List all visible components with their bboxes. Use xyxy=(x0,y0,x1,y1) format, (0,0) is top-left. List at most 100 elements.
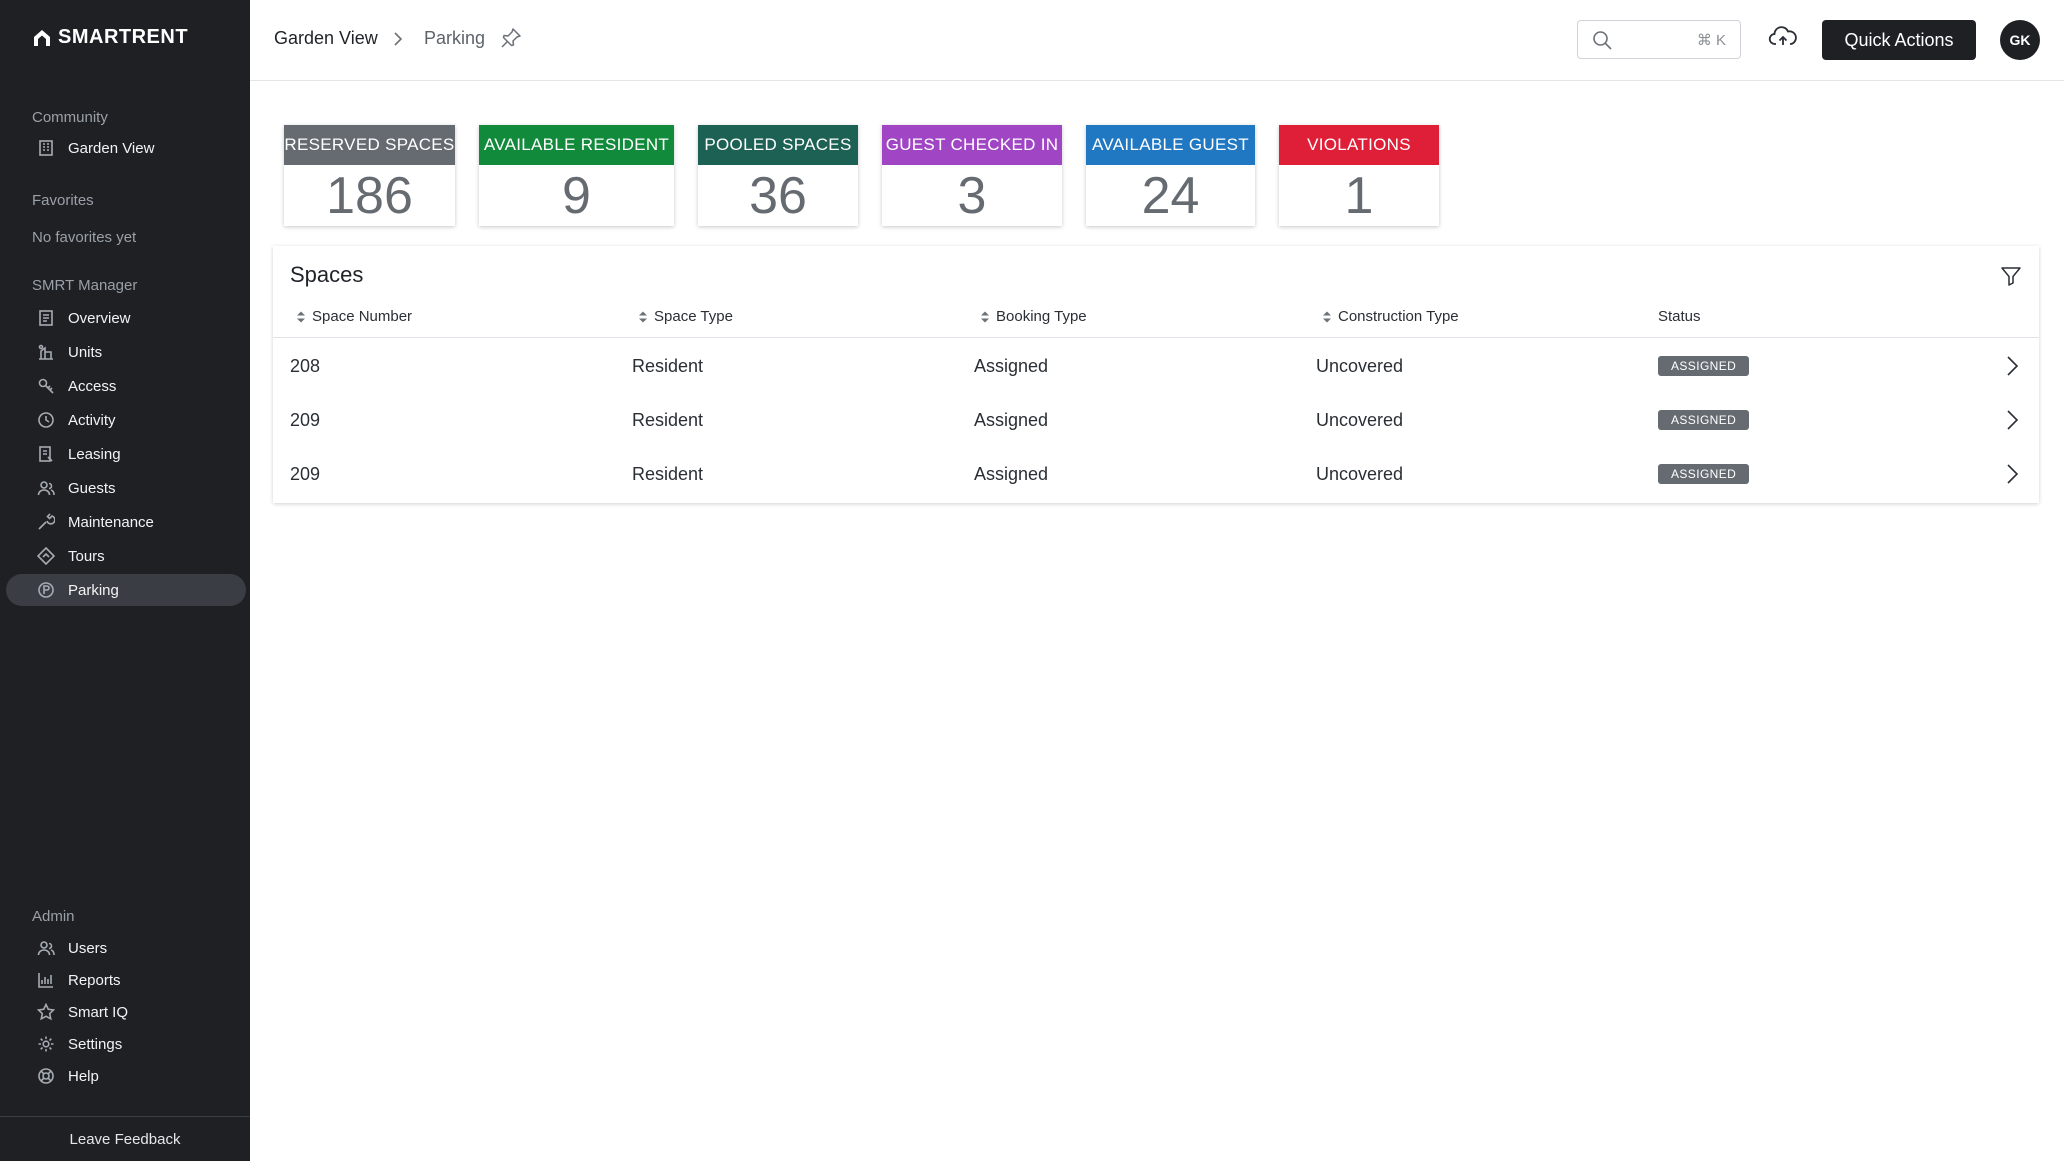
leasing-icon xyxy=(36,444,56,464)
sidebar-item-label: Leasing xyxy=(68,445,121,463)
table-row[interactable]: 209 Resident Assigned Uncovered ASSIGNED xyxy=(273,447,2039,501)
sidebar-item-label: Tours xyxy=(68,547,105,565)
star-icon xyxy=(36,1002,56,1022)
stat-card-pooled-spaces[interactable]: POOLED SPACES 36 xyxy=(698,125,858,226)
logo-text: SMARTRENT xyxy=(58,26,189,48)
sidebar-item-settings[interactable]: Settings xyxy=(6,1028,246,1060)
chevron-right-icon[interactable] xyxy=(2001,355,2023,377)
cell-booking-type: Assigned xyxy=(974,463,1049,484)
sidebar-item-guests[interactable]: Guests xyxy=(6,472,246,504)
stat-label: POOLED SPACES xyxy=(698,125,858,165)
cell-booking-type: Assigned xyxy=(974,355,1049,376)
user-avatar[interactable]: GK xyxy=(2000,20,2040,60)
community-label: Community xyxy=(32,109,108,126)
cell-status: ASSIGNED xyxy=(1658,393,1750,447)
sidebar-item-overview[interactable]: Overview xyxy=(6,302,246,334)
table-row[interactable]: 208 Resident Assigned Uncovered ASSIGNED xyxy=(273,339,2039,393)
sidebar-item-access[interactable]: Access xyxy=(6,370,246,402)
sidebar-item-smart-iq[interactable]: Smart IQ xyxy=(6,996,246,1028)
quick-actions-button[interactable]: Quick Actions xyxy=(1822,20,1976,60)
column-header-label: Booking Type xyxy=(996,308,1087,325)
cloud-sync-icon[interactable] xyxy=(1768,24,1798,50)
stat-value: 36 xyxy=(749,166,807,225)
cell-space-number: 209 xyxy=(290,409,321,430)
sidebar-item-label: Parking xyxy=(68,581,119,599)
status-badge: ASSIGNED xyxy=(1658,410,1750,430)
chevron-right-icon[interactable] xyxy=(2001,409,2023,431)
cell-status: ASSIGNED xyxy=(1658,447,1750,501)
sidebar-item-label: Garden View xyxy=(68,139,155,157)
stat-label: AVAILABLE RESIDENT xyxy=(479,125,674,165)
sidebar-item-activity[interactable]: Activity xyxy=(6,404,246,436)
units-icon xyxy=(36,342,56,362)
breadcrumb-garden-view[interactable]: Garden View xyxy=(274,28,378,49)
chevron-right-icon xyxy=(394,32,403,46)
table-title: Spaces xyxy=(290,262,364,287)
guests-icon xyxy=(36,478,56,498)
search-input[interactable]: ⌘ K xyxy=(1577,20,1741,59)
sidebar-item-users[interactable]: Users xyxy=(6,932,246,964)
cell-status: ASSIGNED xyxy=(1658,339,1750,393)
gear-icon xyxy=(36,1034,56,1054)
column-header-label: Status xyxy=(1658,308,1701,325)
column-header-booking-type[interactable]: Booking Type xyxy=(980,308,1087,325)
stat-card-available-resident[interactable]: AVAILABLE RESIDENT 9 xyxy=(479,125,674,226)
sidebar-item-maintenance[interactable]: Maintenance xyxy=(6,506,246,538)
smrt-manager-label: SMRT Manager xyxy=(32,277,138,294)
pin-icon[interactable] xyxy=(500,27,522,49)
admin-label: Admin xyxy=(32,908,75,925)
help-icon xyxy=(36,1066,56,1086)
sort-icon xyxy=(981,311,989,322)
column-header-space-number[interactable]: Space Number xyxy=(296,308,412,325)
sidebar-item-units[interactable]: Units xyxy=(6,336,246,368)
stat-label: GUEST CHECKED IN xyxy=(882,125,1062,165)
sidebar-item-help[interactable]: Help xyxy=(6,1060,246,1092)
sort-icon xyxy=(1323,311,1331,322)
wrench-icon xyxy=(36,512,56,532)
table-row[interactable]: 209 Resident Assigned Uncovered ASSIGNED xyxy=(273,393,2039,447)
sidebar-item-label: Users xyxy=(68,939,108,957)
leave-feedback-button[interactable]: Leave Feedback xyxy=(0,1116,250,1161)
status-badge: ASSIGNED xyxy=(1658,464,1750,484)
tours-icon xyxy=(36,546,56,566)
favorites-empty-text: No favorites yet xyxy=(32,229,137,246)
sidebar-item-label: Help xyxy=(68,1067,99,1085)
column-header-space-type[interactable]: Space Type xyxy=(638,308,733,325)
sidebar-item-garden-view[interactable]: Garden View xyxy=(6,132,246,164)
sidebar-item-leasing[interactable]: Leasing xyxy=(6,438,246,470)
sidebar-item-label: Units xyxy=(68,343,103,361)
stat-label: RESERVED SPACES xyxy=(284,125,455,165)
sidebar-item-label: Smart IQ xyxy=(68,1003,129,1021)
overview-icon xyxy=(36,308,56,328)
spaces-table: Spaces Space Number Space Type Booking T… xyxy=(273,246,2039,503)
chevron-right-icon[interactable] xyxy=(2001,463,2023,485)
cell-space-type: Resident xyxy=(632,463,704,484)
stat-card-violations[interactable]: VIOLATIONS 1 xyxy=(1279,125,1439,226)
column-header-construction-type[interactable]: Construction Type xyxy=(1322,308,1459,325)
building-icon xyxy=(36,138,56,158)
status-badge: ASSIGNED xyxy=(1658,356,1750,376)
sidebar-item-parking[interactable]: Parking xyxy=(6,574,246,606)
stat-label: AVAILABLE GUEST xyxy=(1086,125,1255,165)
stat-value: 186 xyxy=(326,166,413,225)
sort-icon xyxy=(639,311,647,322)
smartrent-logo[interactable]: SMARTRENT xyxy=(32,26,188,49)
header-divider xyxy=(273,337,2039,338)
cell-construction-type: Uncovered xyxy=(1316,355,1404,376)
sidebar-item-label: Reports xyxy=(68,971,121,989)
users-icon xyxy=(36,938,56,958)
stat-card-guest-checked-in[interactable]: GUEST CHECKED IN 3 xyxy=(882,125,1062,226)
sidebar-item-reports[interactable]: Reports xyxy=(6,964,246,996)
stat-value: 24 xyxy=(1141,166,1200,225)
favorites-label: Favorites xyxy=(32,192,94,209)
sidebar-item-label: Activity xyxy=(68,411,116,429)
cell-space-number: 208 xyxy=(290,355,321,376)
stat-card-available-guest[interactable]: AVAILABLE GUEST 24 xyxy=(1086,125,1255,226)
sidebar-item-label: Guests xyxy=(68,479,116,497)
filter-icon[interactable] xyxy=(1999,264,2023,288)
sidebar-item-tours[interactable]: Tours xyxy=(6,540,246,572)
column-header-label: Space Number xyxy=(312,308,413,325)
parking-icon xyxy=(36,580,56,600)
stat-value: 9 xyxy=(562,166,591,225)
stat-card-reserved-spaces[interactable]: RESERVED SPACES 186 xyxy=(284,125,455,226)
